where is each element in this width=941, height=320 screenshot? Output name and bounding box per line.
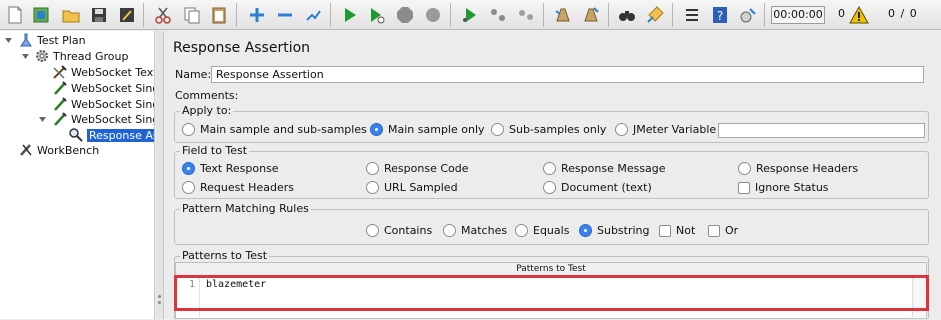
search-icon[interactable] [616, 4, 638, 26]
comments-label: Comments: [175, 89, 239, 102]
radio-off-icon [182, 123, 195, 136]
apply-jmeter-variable-radio[interactable]: JMeter Variable [615, 123, 716, 136]
tree-item-response-assertion[interactable]: Response Asse [68, 127, 154, 143]
websocket-sampler-icon [52, 64, 68, 80]
field-response-message-radio[interactable]: Response Message [543, 162, 666, 175]
start-icon[interactable] [339, 4, 361, 26]
radio-off-icon [366, 224, 379, 237]
tree-item-websocket-single[interactable]: WebSocket Single [52, 96, 154, 112]
help-icon[interactable]: ? [709, 4, 731, 26]
radio-off-icon [738, 162, 751, 175]
checkbox-icon [708, 224, 720, 237]
radio-on-icon [579, 224, 592, 237]
field-url-sampled-radio[interactable]: URL Sampled [366, 181, 458, 194]
elapsed-timer: 00:00:00 [771, 6, 825, 24]
magnifier-icon [68, 127, 84, 143]
options-icon[interactable] [737, 4, 759, 26]
toggle-icon[interactable] [302, 4, 324, 26]
field-text-response-radio[interactable]: Text Response [182, 162, 279, 175]
rule-or-checkbox[interactable]: Or [708, 224, 738, 237]
reset-search-icon[interactable] [644, 4, 666, 26]
paste-icon[interactable] [208, 4, 230, 26]
new-icon[interactable] [4, 4, 26, 26]
apply-main-and-sub-radio[interactable]: Main sample and sub-samples [182, 123, 367, 136]
save-as-icon[interactable] [116, 4, 138, 26]
stop-icon[interactable] [394, 4, 416, 26]
radio-off-icon [515, 224, 528, 237]
field-request-headers-radio[interactable]: Request Headers [182, 181, 294, 194]
expanded-toggle-icon[interactable] [21, 52, 30, 61]
test-plan-icon [18, 32, 34, 48]
field-to-test-title: Field to Test [180, 144, 250, 157]
function-helper-icon[interactable] [681, 4, 703, 26]
rule-equals-radio[interactable]: Equals [515, 224, 569, 237]
websocket-sampler-icon [52, 96, 68, 112]
checkbox-icon [738, 181, 750, 194]
expanded-toggle-icon[interactable] [4, 36, 13, 45]
page-title: Response Assertion [173, 40, 311, 56]
radio-off-icon [366, 162, 379, 175]
jmeter-variable-input[interactable] [718, 123, 925, 138]
collapse-icon[interactable] [274, 4, 296, 26]
name-label: Name: [175, 68, 212, 81]
pattern-matching-rules-title: Pattern Matching Rules [180, 202, 311, 215]
error-count: 0 [838, 7, 845, 20]
expand-icon[interactable] [246, 4, 268, 26]
apply-to-title: Apply to: [180, 104, 234, 117]
expanded-toggle-icon[interactable] [38, 115, 47, 124]
radio-off-icon [182, 181, 195, 194]
field-document-text-radio[interactable]: Document (text) [543, 181, 652, 194]
start-no-pauses-icon[interactable] [366, 4, 388, 26]
tree-item-websocket-single[interactable]: WebSocket Single [52, 80, 154, 96]
tree-item-websocket-single[interactable]: WebSocket Single [52, 111, 154, 127]
radio-off-icon [543, 162, 556, 175]
warning-icon[interactable] [849, 5, 869, 25]
test-plan-tree: Test Plan Thread Group WebSocket Text F … [0, 31, 155, 319]
radio-on-icon [370, 123, 383, 136]
websocket-sampler-icon [52, 111, 68, 127]
rule-substring-radio[interactable]: Substring [579, 224, 650, 237]
workbench-icon [18, 142, 34, 158]
radio-off-icon [543, 181, 556, 194]
remote-start-icon[interactable] [459, 4, 481, 26]
apply-sub-only-radio[interactable]: Sub-samples only [491, 123, 606, 136]
shutdown-icon[interactable] [422, 4, 444, 26]
rule-contains-radio[interactable]: Contains [366, 224, 432, 237]
svg-text:?: ? [717, 9, 723, 23]
cut-icon[interactable] [152, 4, 174, 26]
tree-item-workbench[interactable]: WorkBench [18, 142, 99, 158]
tree-item-test-plan[interactable]: Test Plan [18, 32, 86, 48]
save-icon[interactable] [88, 4, 110, 26]
checkbox-icon [659, 224, 671, 237]
radio-off-icon [491, 123, 504, 136]
copy-icon[interactable] [181, 4, 203, 26]
templates-icon[interactable] [30, 4, 52, 26]
patterns-to-test-title: Patterns to Test [180, 249, 270, 262]
name-field[interactable]: Response Assertion [211, 66, 924, 83]
rule-matches-radio[interactable]: Matches [443, 224, 507, 237]
remote-shutdown-icon[interactable] [515, 4, 537, 26]
toolbar: ? 00:00:00 0 0 / 0 [0, 0, 941, 30]
radio-off-icon [366, 181, 379, 194]
tree-item-thread-group[interactable]: Thread Group [34, 48, 128, 64]
open-icon[interactable] [60, 4, 82, 26]
clear-icon[interactable] [552, 4, 574, 26]
radio-off-icon [443, 224, 456, 237]
tree-item-websocket-text[interactable]: WebSocket Text F [52, 64, 154, 80]
apply-main-only-radio[interactable]: Main sample only [370, 123, 485, 136]
split-pane-divider[interactable] [156, 31, 164, 319]
radio-on-icon [182, 162, 195, 175]
active-threads: 0 / 0 [888, 7, 918, 20]
websocket-sampler-icon [52, 80, 68, 96]
remote-stop-icon[interactable] [487, 4, 509, 26]
highlight-box [174, 275, 929, 311]
field-response-code-radio[interactable]: Response Code [366, 162, 469, 175]
rule-not-checkbox[interactable]: Not [659, 224, 695, 237]
ignore-status-checkbox[interactable]: Ignore Status [738, 181, 829, 194]
field-response-headers-radio[interactable]: Response Headers [738, 162, 858, 175]
thread-group-gear-icon [34, 48, 50, 64]
radio-off-icon [615, 123, 628, 136]
clear-all-icon[interactable] [580, 4, 602, 26]
